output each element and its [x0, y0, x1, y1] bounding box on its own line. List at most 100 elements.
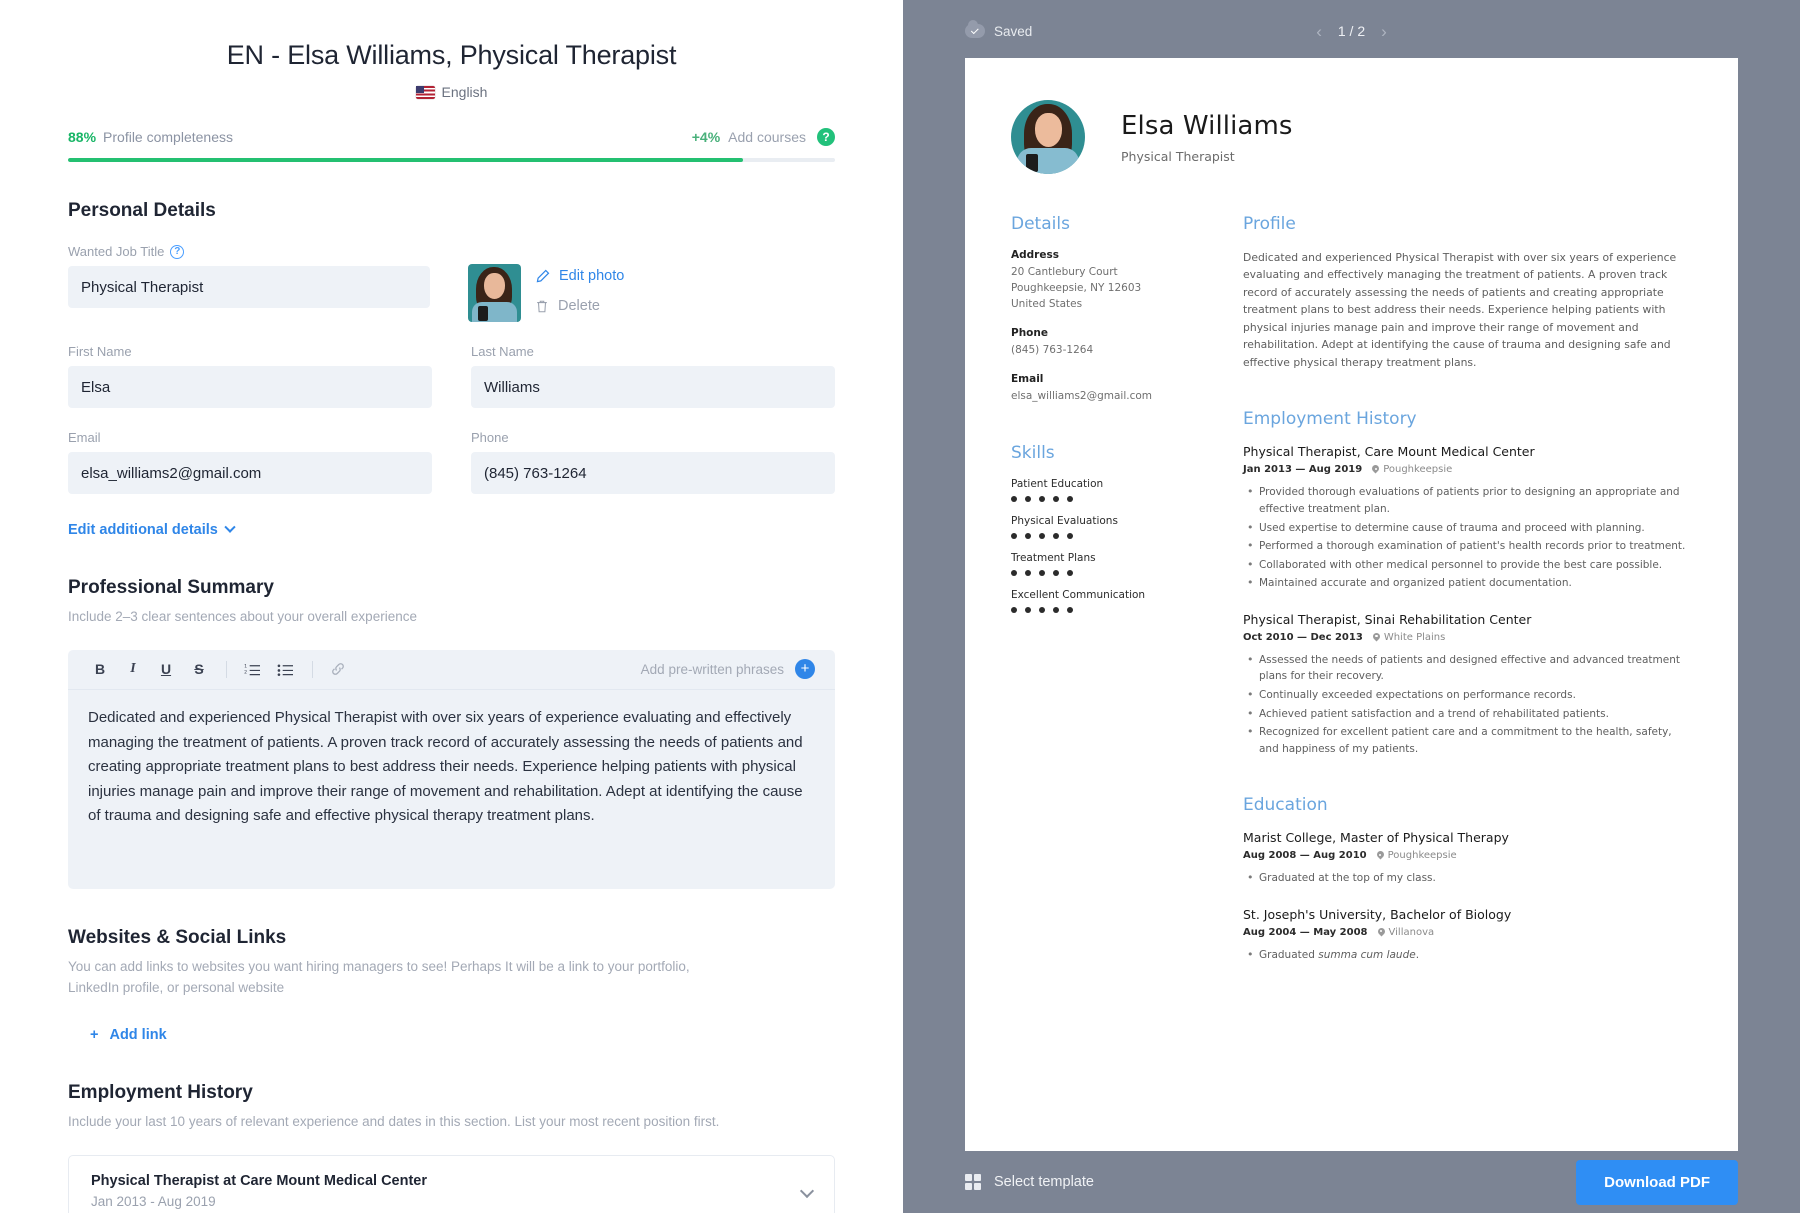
bullet-item: Assessed the needs of patients and desig…	[1243, 651, 1692, 685]
websites-heading: Websites & Social Links	[68, 926, 287, 948]
italic-icon[interactable]: I	[121, 657, 145, 681]
email-input[interactable]: elsa_williams2@gmail.com	[68, 452, 432, 494]
bullet-item: Performed a thorough examination of pati…	[1243, 537, 1692, 555]
trash-icon	[537, 300, 547, 312]
us-flag-icon	[415, 85, 435, 99]
skill-dot	[1067, 569, 1073, 576]
completeness-percent: 88%	[68, 129, 97, 145]
resume-education-entry-location: Poughkeepsie	[1377, 850, 1457, 861]
employment-entry-dates: Jan 2013 - Aug 2019	[91, 1193, 216, 1209]
resume-education-entry-location-label: Poughkeepsie	[1387, 850, 1457, 862]
select-template-button[interactable]: Select template	[965, 1174, 1094, 1190]
document-title: EN - Elsa Williams, Physical Therapist	[226, 40, 677, 70]
resume-education-entry-meta: Aug 2008 — Aug 2010 Poughkeepsie	[1243, 850, 1692, 861]
bullet-item: Provided thorough evaluations of patient…	[1243, 483, 1692, 517]
add-link-plus-icon: +	[90, 1026, 99, 1043]
underline-icon[interactable]: U	[154, 657, 178, 681]
resume-address-line-2: Poughkeepsie, NY 12603	[1011, 281, 1142, 294]
progress-bar-fill	[68, 158, 743, 162]
employment-entry-card[interactable]: Physical Therapist at Care Mount Medical…	[68, 1154, 835, 1213]
last-name-input[interactable]: Williams	[471, 366, 835, 408]
resume-address-line-1: 20 Cantlebury Court	[1011, 266, 1118, 278]
resume-email-label: Email	[1011, 372, 1044, 385]
edit-photo-label: Edit photo	[559, 268, 625, 284]
plus-circle-icon[interactable]: +	[795, 659, 815, 680]
resume-education-entry: St. Joseph's University, Bachelor of Bio…	[1243, 907, 1692, 964]
first-name-input[interactable]: Elsa	[68, 366, 432, 408]
resume-employment-entry-meta: Oct 2010 — Dec 2013 White Plains	[1243, 632, 1692, 643]
resume-skill-item: Physical Evaluations	[1011, 515, 1207, 539]
resume-preview-panel: Saved ‹ 1 / 2 › Elsa Williams Physical T…	[903, 0, 1800, 1213]
resume-skill-rating	[1011, 569, 1207, 576]
select-template-label: Select template	[994, 1174, 1094, 1190]
resume-employment-entry-location: White Plains	[1373, 632, 1445, 643]
svg-text:2: 2	[244, 669, 247, 675]
skill-dot	[1025, 606, 1031, 613]
resume-employment-entry-location-label: Poughkeepsie	[1383, 464, 1453, 476]
bold-icon[interactable]: B	[88, 657, 112, 681]
app-root: EN - Elsa Williams, Physical Therapist E…	[0, 0, 1800, 1213]
resume-skill-item: Excellent Communication	[1011, 589, 1207, 613]
profile-photo-thumbnail[interactable]	[468, 264, 521, 322]
phone-input[interactable]: (845) 763-1264	[471, 452, 835, 494]
resume-address-label: Address	[1011, 249, 1059, 261]
resume-email-group: Email elsa_williams2@gmail.com	[1011, 373, 1207, 405]
resume-employment-list: Physical Therapist, Care Mount Medical C…	[1243, 444, 1692, 757]
wanted-job-title-input[interactable]: Physical Therapist	[68, 266, 430, 308]
resume-skill-rating	[1011, 606, 1207, 613]
resume-editor-panel: EN - Elsa Williams, Physical Therapist E…	[0, 0, 903, 1213]
skill-dot	[1053, 495, 1059, 502]
strikethrough-icon[interactable]: S	[187, 657, 211, 681]
skill-dot	[1025, 495, 1031, 502]
email-label: Email	[68, 430, 101, 445]
skill-dot	[1025, 569, 1031, 576]
add-link-label: Add link	[109, 1026, 167, 1043]
progress-bar-track	[68, 158, 835, 162]
link-icon[interactable]	[326, 657, 350, 681]
download-pdf-button[interactable]: Download PDF	[1576, 1159, 1738, 1205]
resume-avatar	[1011, 100, 1085, 174]
resume-skill-name: Patient Education	[1011, 477, 1104, 490]
bullet-item: Recognized for excellent patient care an…	[1243, 723, 1692, 757]
resume-employment-entry-dates: Oct 2010 — Dec 2013	[1243, 631, 1363, 643]
resume-skills-heading: Skills	[1011, 442, 1055, 463]
resume-employment-entry-title: Physical Therapist, Care Mount Medical C…	[1243, 444, 1535, 460]
resume-profile-heading: Profile	[1243, 214, 1296, 234]
resume-main-column: Profile Dedicated and experienced Physic…	[1243, 214, 1692, 983]
ordered-list-icon[interactable]: 1 2	[240, 657, 264, 681]
resume-education-entry-title: Marist College, Master of Physical Thera…	[1243, 830, 1509, 846]
resume-education-entry-meta: Aug 2004 — May 2008 Villanova	[1243, 927, 1692, 938]
skill-dot	[1039, 569, 1045, 576]
personal-details-heading: Personal Details	[68, 200, 216, 221]
bullet-item: Achieved patient satisfaction and a tren…	[1243, 705, 1692, 723]
edit-photo-button[interactable]: Edit photo	[535, 268, 624, 284]
edit-additional-details-toggle[interactable]: Edit additional details	[68, 521, 236, 538]
professional-summary-heading: Professional Summary	[68, 577, 274, 598]
bullet-list-icon[interactable]	[273, 657, 297, 681]
add-link-button[interactable]: + Add link	[90, 1027, 167, 1043]
bullet-item: Maintained accurate and organized patien…	[1243, 574, 1692, 592]
delete-photo-label: Delete	[558, 298, 600, 314]
resume-phone-label: Phone	[1011, 326, 1048, 339]
page-navigation: ‹ 1 / 2 ›	[1316, 23, 1387, 40]
bullet-item: Graduated at the top of my class.	[1243, 869, 1692, 887]
resume-employment-entry-meta: Jan 2013 — Aug 2019 Poughkeepsie	[1243, 464, 1692, 475]
add-prewritten-phrases-label: Add pre-written phrases	[640, 661, 784, 677]
saved-label: Saved	[994, 23, 1033, 39]
delete-photo-button[interactable]: Delete	[535, 298, 624, 314]
prev-page-icon[interactable]: ‹	[1316, 23, 1322, 40]
add-courses-link[interactable]: Add courses	[728, 129, 806, 145]
svg-text:1: 1	[244, 664, 247, 670]
chevron-down-icon[interactable]	[799, 1183, 815, 1198]
next-page-icon[interactable]: ›	[1381, 23, 1387, 40]
avatar-phone-shape	[478, 306, 488, 321]
question-mark-icon[interactable]: ?	[817, 128, 835, 146]
professional-summary-textarea[interactable]: Dedicated and experienced Physical Thera…	[68, 690, 835, 889]
resume-skills-list: Patient Education Physical Evaluations Tre…	[1011, 478, 1207, 613]
language-selector[interactable]: English	[68, 84, 835, 100]
websites-subtitle: You can add links to websites you want h…	[68, 958, 690, 995]
avatar-face-shape	[1035, 113, 1062, 147]
help-question-icon[interactable]: ?	[170, 244, 185, 259]
add-prewritten-phrases-button[interactable]: Add pre-written phrases +	[640, 659, 815, 680]
resume-document[interactable]: Elsa Williams Physical Therapist Details…	[965, 58, 1738, 1151]
